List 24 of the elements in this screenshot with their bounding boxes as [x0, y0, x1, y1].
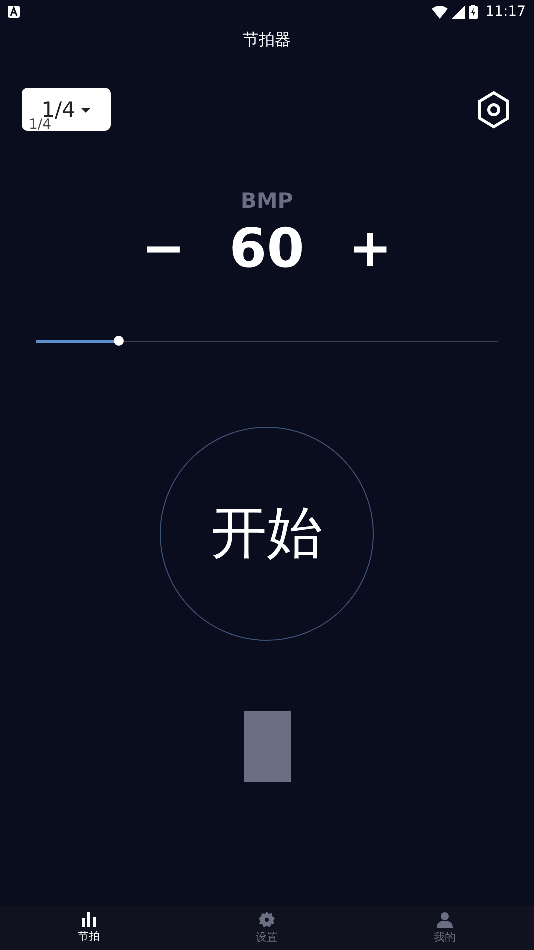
- nav-tab[interactable]: 我的: [356, 906, 534, 950]
- bpm-label: BMP: [240, 189, 294, 213]
- nav-tab[interactable]: 设置: [178, 906, 356, 950]
- signal-icon: [452, 6, 465, 18]
- bpm-value: 60: [229, 219, 305, 279]
- slider-thumb[interactable]: [114, 336, 124, 346]
- tempo-slider[interactable]: [36, 335, 498, 347]
- beat-indicator: [244, 711, 290, 782]
- bar-chart-icon: [81, 912, 97, 927]
- start-button[interactable]: 开始: [160, 427, 374, 641]
- battery-icon: [468, 5, 478, 19]
- app-notification-icon: [8, 6, 20, 18]
- status-time: 11:17: [486, 4, 526, 20]
- increase-button[interactable]: +: [348, 219, 392, 279]
- beat-label: 1/4: [29, 117, 52, 133]
- person-icon: [437, 912, 453, 928]
- decrease-button[interactable]: −: [142, 219, 186, 279]
- wifi-icon: [432, 6, 448, 18]
- caret-icon: [81, 108, 92, 113]
- settings-icon[interactable]: [477, 90, 511, 128]
- beat-dropdown[interactable]: 1/4 1/4: [22, 88, 111, 131]
- settings-icon: [259, 912, 275, 928]
- screen-title: 节拍器: [242, 30, 292, 51]
- nav-tab[interactable]: 节拍: [0, 906, 178, 950]
